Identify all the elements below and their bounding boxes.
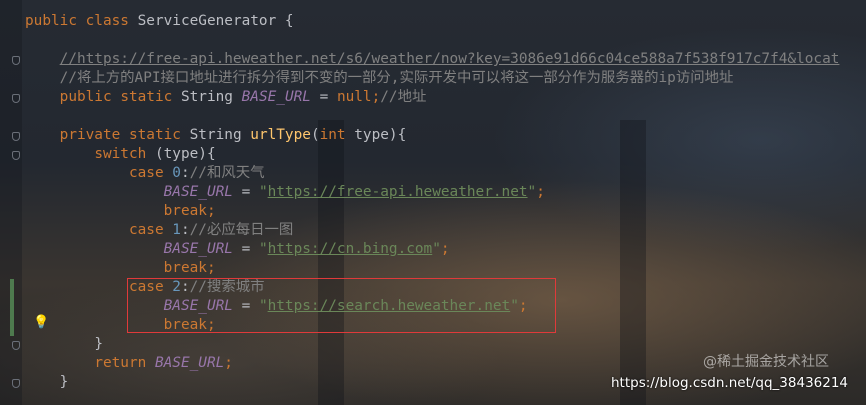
code-token: https://cn.bing.com bbox=[267, 241, 433, 257]
code-token: case bbox=[128, 222, 173, 238]
code-line[interactable]: break; bbox=[25, 259, 866, 278]
vcs-change-marker[interactable] bbox=[10, 279, 14, 336]
code-token: String bbox=[189, 127, 251, 143]
code-token: BASE_URL bbox=[241, 89, 311, 105]
code-token: break bbox=[163, 203, 207, 219]
code-token: type){ bbox=[354, 127, 407, 143]
code-token: ; bbox=[371, 89, 381, 105]
editor-gutter[interactable] bbox=[0, 0, 22, 405]
code-token: : bbox=[180, 165, 190, 181]
code-line[interactable] bbox=[25, 107, 866, 126]
fold-icon[interactable] bbox=[12, 341, 20, 350]
code-token: //https://free-api.heweather.net/s6/weat… bbox=[59, 51, 840, 67]
code-line[interactable]: break; bbox=[25, 202, 866, 221]
code-token: = bbox=[232, 241, 259, 257]
code-token: } bbox=[59, 374, 69, 390]
code-token: ( bbox=[310, 127, 320, 143]
code-token: private bbox=[59, 127, 129, 143]
code-line[interactable]: //https://free-api.heweather.net/s6/weat… bbox=[25, 50, 866, 69]
fold-icon[interactable] bbox=[12, 379, 20, 388]
code-token: return bbox=[94, 355, 155, 371]
code-token: (type){ bbox=[154, 146, 216, 162]
highlight-annotation-box bbox=[127, 278, 556, 333]
code-token: " bbox=[432, 241, 441, 257]
code-token: case bbox=[128, 165, 173, 181]
watermark-url: https://blog.csdn.net/qq_38436214 bbox=[611, 375, 849, 391]
code-token: BASE_URL bbox=[163, 241, 233, 257]
code-token: : bbox=[180, 222, 190, 238]
lightbulb-icon[interactable]: 💡 bbox=[33, 315, 49, 330]
code-line[interactable]: private static String urlType(int type){ bbox=[25, 126, 866, 145]
code-token: //地址 bbox=[380, 89, 427, 105]
code-token: 1 bbox=[172, 222, 181, 238]
code-line[interactable]: public class ServiceGenerator { bbox=[25, 12, 866, 31]
code-line[interactable]: BASE_URL = "https://free-api.heweather.n… bbox=[25, 183, 866, 202]
fold-icon[interactable] bbox=[12, 132, 20, 141]
code-token: int bbox=[319, 127, 355, 143]
code-token: urlType bbox=[250, 127, 311, 143]
code-token: switch bbox=[94, 146, 155, 162]
code-token: ; bbox=[440, 241, 450, 257]
code-token: } bbox=[94, 336, 103, 352]
code-token: //和风天气 bbox=[189, 165, 265, 181]
fold-icon[interactable] bbox=[12, 94, 20, 103]
code-token: " bbox=[258, 241, 268, 257]
code-token: " bbox=[527, 184, 537, 200]
fold-icon[interactable] bbox=[12, 56, 20, 65]
code-token: ; bbox=[224, 355, 233, 371]
code-line[interactable]: public static String BASE_URL = null;//地… bbox=[25, 88, 866, 107]
code-token: public class bbox=[25, 13, 138, 29]
code-token: ServiceGenerator { bbox=[137, 13, 294, 29]
code-token: = bbox=[310, 89, 337, 105]
code-editor[interactable]: public class ServiceGenerator { //https:… bbox=[25, 12, 866, 392]
code-token: " bbox=[258, 184, 268, 200]
code-token: BASE_URL bbox=[154, 355, 225, 371]
code-line[interactable] bbox=[25, 31, 866, 50]
code-token: //必应每日一图 bbox=[189, 222, 294, 238]
code-token: break bbox=[163, 260, 207, 276]
code-token: = bbox=[232, 184, 259, 200]
code-token: https://free-api.heweather.net bbox=[267, 184, 528, 200]
code-line[interactable]: switch (type){ bbox=[25, 145, 866, 164]
code-token: //将上方的API接口地址进行拆分得到不变的一部分,实际开发中可以将这一部分作为… bbox=[59, 70, 734, 86]
code-token: ; bbox=[536, 184, 545, 200]
code-line[interactable]: //将上方的API接口地址进行拆分得到不变的一部分,实际开发中可以将这一部分作为… bbox=[25, 69, 866, 88]
code-line[interactable]: case 0://和风天气 bbox=[25, 164, 866, 183]
code-token: String bbox=[180, 89, 242, 105]
code-line[interactable]: BASE_URL = "https://cn.bing.com"; bbox=[25, 240, 866, 259]
code-token: public bbox=[59, 89, 121, 105]
code-token: static bbox=[120, 89, 181, 105]
fold-icon[interactable] bbox=[12, 151, 20, 160]
code-token: 0 bbox=[172, 165, 181, 181]
code-line[interactable]: case 1://必应每日一图 bbox=[25, 221, 866, 240]
code-token: static bbox=[128, 127, 190, 143]
code-token: ; bbox=[206, 260, 216, 276]
code-token: BASE_URL bbox=[163, 184, 233, 200]
watermark-logo: @稀土掘金技术社区 bbox=[703, 354, 829, 370]
code-token: null bbox=[336, 89, 372, 105]
code-token: ; bbox=[206, 203, 216, 219]
